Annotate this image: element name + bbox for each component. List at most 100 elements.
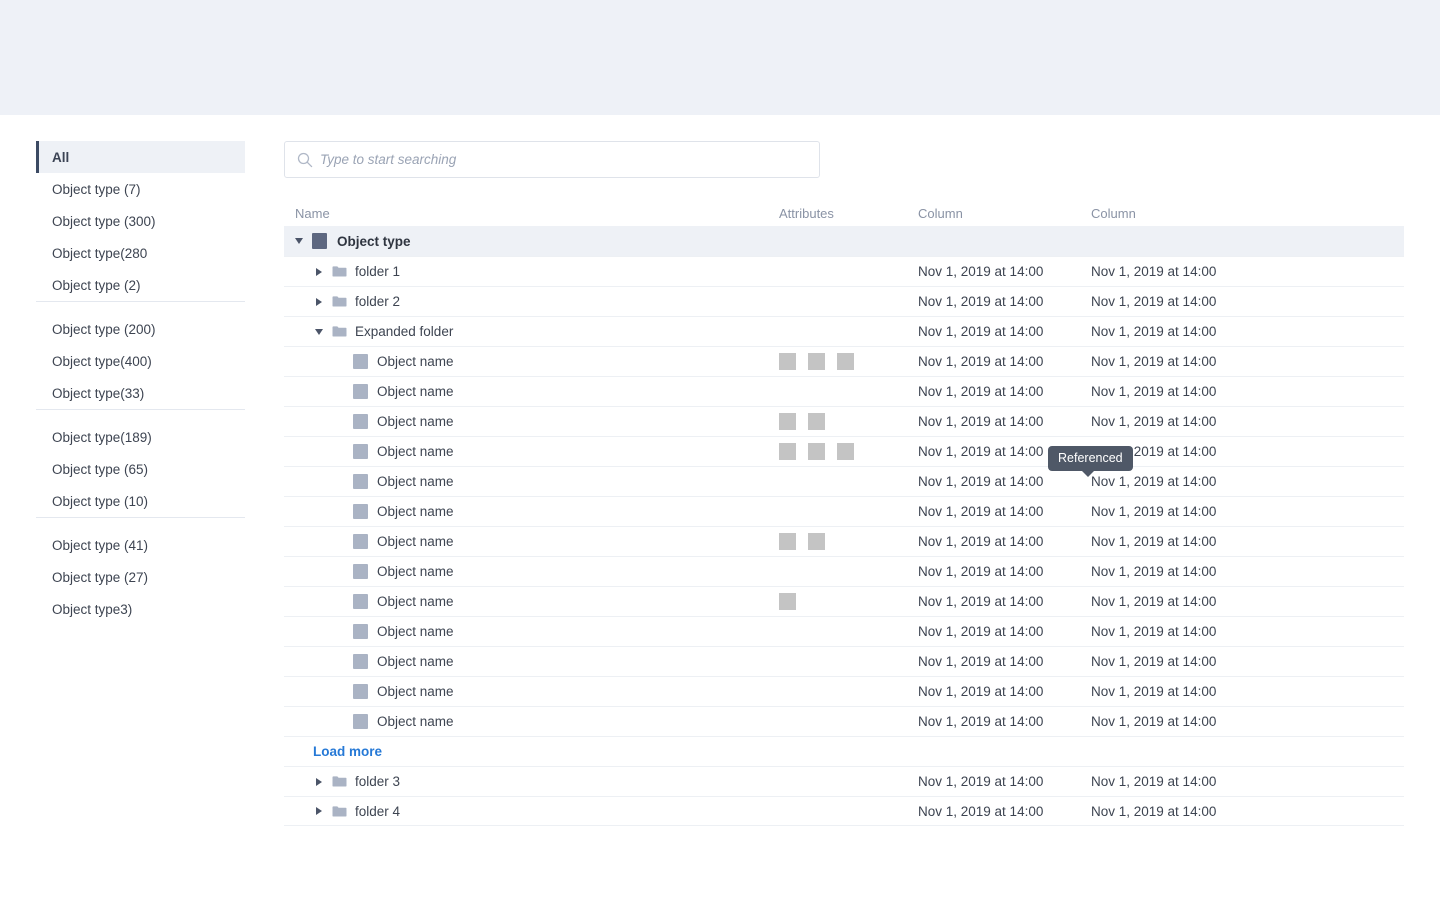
row-label: folder 2: [355, 294, 401, 309]
search-icon: [297, 152, 313, 168]
object-icon: [353, 624, 368, 639]
table-group-row[interactable]: Object type: [284, 226, 1404, 256]
cell-attributes: [779, 443, 918, 460]
object-icon: [353, 654, 368, 669]
cell-column-1: Nov 1, 2019 at 14:00: [918, 564, 1044, 579]
object-icon: [353, 444, 368, 459]
cell-name: folder 3: [284, 774, 779, 789]
attribute-chip[interactable]: [779, 353, 796, 370]
table-row[interactable]: Object name Nov 1, 2019 at 14:00 Nov 1, 20…: [284, 346, 1404, 376]
sidebar-item-8[interactable]: Object type(189): [36, 421, 245, 453]
cell-name: Object name: [284, 564, 779, 579]
cell-column-2: Nov 1, 2019 at 14:00: [1091, 324, 1217, 339]
row-label: Object name: [377, 504, 454, 519]
attribute-chip[interactable]: [779, 533, 796, 550]
sidebar-item-4[interactable]: Object type (2): [36, 269, 245, 301]
table-row[interactable]: folder 3 Nov 1, 2019 at 14:00 Nov 1, 2019 …: [284, 766, 1404, 796]
column-header-name[interactable]: Name: [284, 206, 779, 221]
table-row[interactable]: Object name Nov 1, 2019 at 14:00 Nov 1, 20…: [284, 676, 1404, 706]
cell-name: Object name: [284, 474, 779, 489]
table-row[interactable]: Object name Nov 1, 2019 at 14:00 Nov 1, 20…: [284, 466, 1404, 496]
sidebar-item-label: Object type (27): [52, 569, 149, 585]
cell-column-1: Nov 1, 2019 at 14:00: [918, 594, 1044, 609]
column-header-column-2[interactable]: Column: [1091, 206, 1404, 221]
sidebar-item-6[interactable]: Object type(400): [36, 345, 245, 377]
chevron-placeholder-icon: [336, 417, 346, 427]
cell-column-1: Nov 1, 2019 at 14:00: [918, 354, 1044, 369]
folder-icon: [332, 805, 347, 818]
attribute-chip[interactable]: [808, 533, 825, 550]
sidebar-item-all[interactable]: All: [36, 141, 245, 173]
table-row[interactable]: Object name Nov 1, 2019 at 14:00 Nov 1, 20…: [284, 706, 1404, 736]
search-box[interactable]: [284, 141, 820, 178]
object-icon: [353, 474, 368, 489]
cell-name: folder 4: [284, 804, 779, 819]
chevron-placeholder-icon: [336, 597, 346, 607]
sidebar-item-3[interactable]: Object type(280: [36, 237, 245, 269]
chevron-placeholder-icon: [336, 387, 346, 397]
sidebar-item-label: Object type (65): [52, 461, 149, 477]
cell-column-1: Nov 1, 2019 at 14:00: [918, 504, 1044, 519]
attribute-chip[interactable]: [837, 353, 854, 370]
table-row[interactable]: folder 4 Nov 1, 2019 at 14:00 Nov 1, 2019 …: [284, 796, 1404, 826]
table-row[interactable]: Object name Nov 1, 2019 at 14:00 Nov 1, 20…: [284, 616, 1404, 646]
attribute-chip[interactable]: [779, 443, 796, 460]
chevron-right-icon[interactable]: [315, 777, 325, 787]
table-row[interactable]: Object name Nov 1, 2019 at 14:00 Nov 1, 20…: [284, 556, 1404, 586]
attribute-chip[interactable]: [779, 593, 796, 610]
sidebar-item-7[interactable]: Object type(33): [36, 377, 245, 409]
attribute-chip[interactable]: [808, 413, 825, 430]
attribute-chip[interactable]: [808, 443, 825, 460]
sidebar-item-label: Object type (200): [52, 321, 156, 337]
chevron-down-icon[interactable]: [315, 327, 325, 337]
cell-column-1: Nov 1, 2019 at 14:00: [918, 264, 1044, 279]
attribute-chip[interactable]: [779, 413, 796, 430]
sidebar-item-1[interactable]: Object type (7): [36, 173, 245, 205]
table-row[interactable]: Object name Nov 1, 2019 at 14:00 Nov 1, 20…: [284, 406, 1404, 436]
chevron-right-icon[interactable]: [315, 806, 325, 816]
cell-name: Object name: [284, 624, 779, 639]
referenced-tooltip: Referenced: [1048, 446, 1133, 477]
cell-column-2: Nov 1, 2019 at 14:00: [1091, 714, 1217, 729]
sidebar-item-10[interactable]: Object type (10): [36, 485, 245, 517]
sidebar-item-label: Object type (300): [52, 213, 156, 229]
table-row[interactable]: folder 1 Nov 1, 2019 at 14:00 Nov 1, 2019 …: [284, 256, 1404, 286]
chevron-right-icon[interactable]: [315, 267, 325, 277]
table-row[interactable]: Object name Nov 1, 2019 at 14:00 Nov 1, 20…: [284, 586, 1404, 616]
sidebar-item-11[interactable]: Object type (41): [36, 529, 245, 561]
folder-icon: [332, 295, 347, 308]
sidebar-item-12[interactable]: Object type (27): [36, 561, 245, 593]
table-row[interactable]: Object name Nov 1, 2019 at 14:00 Nov 1, 20…: [284, 646, 1404, 676]
cell-column-1: Nov 1, 2019 at 14:00: [918, 803, 1044, 819]
sidebar-item-9[interactable]: Object type (65): [36, 453, 245, 485]
table-row[interactable]: folder 2 Nov 1, 2019 at 14:00 Nov 1, 2019 …: [284, 286, 1404, 316]
cell-column-2: Nov 1, 2019 at 14:00: [1091, 564, 1217, 579]
row-label: folder 4: [355, 803, 401, 819]
sidebar-item-2[interactable]: Object type (300): [36, 205, 245, 237]
cell-column-2: Nov 1, 2019 at 14:00: [1091, 294, 1217, 309]
sidebar-item-5[interactable]: Object type (200): [36, 313, 245, 345]
folder-icon: [332, 775, 347, 788]
attribute-chip[interactable]: [837, 443, 854, 460]
column-header-column-1[interactable]: Column: [918, 206, 1091, 221]
cell-name: Object name: [284, 504, 779, 519]
table-row[interactable]: Object name Nov 1, 2019 at 14:00 Nov 1, 20…: [284, 376, 1404, 406]
table-row[interactable]: Object name Nov 1, 2019 at 14:00 Nov 1, 20…: [284, 436, 1404, 466]
sidebar-item-13[interactable]: Object type3): [36, 593, 245, 625]
cell-column-2: Nov 1, 2019 at 14:00: [1091, 654, 1217, 669]
chevron-down-icon[interactable]: [295, 236, 305, 246]
column-header-attributes[interactable]: Attributes: [779, 206, 918, 221]
search-input[interactable]: [285, 152, 819, 167]
sidebar-item-label: Object type (7): [52, 181, 141, 197]
table-row[interactable]: Object name Nov 1, 2019 at 14:00 Nov 1, 20…: [284, 526, 1404, 556]
table-row[interactable]: Expanded folder Nov 1, 2019 at 14:00 Nov 1…: [284, 316, 1404, 346]
cell-column-2: Nov 1, 2019 at 14:00: [1091, 774, 1217, 789]
row-label: Object name: [377, 414, 454, 429]
sidebar: All Object type (7) Object type (300) Objec…: [36, 141, 245, 625]
row-label: Object name: [377, 564, 454, 579]
chevron-right-icon[interactable]: [315, 297, 325, 307]
table-row[interactable]: Object name Nov 1, 2019 at 14:00 Nov 1, 20…: [284, 496, 1404, 526]
load-more-link[interactable]: Load more: [284, 744, 382, 759]
attribute-chip[interactable]: [808, 353, 825, 370]
load-more-row[interactable]: Load more: [284, 736, 1404, 766]
